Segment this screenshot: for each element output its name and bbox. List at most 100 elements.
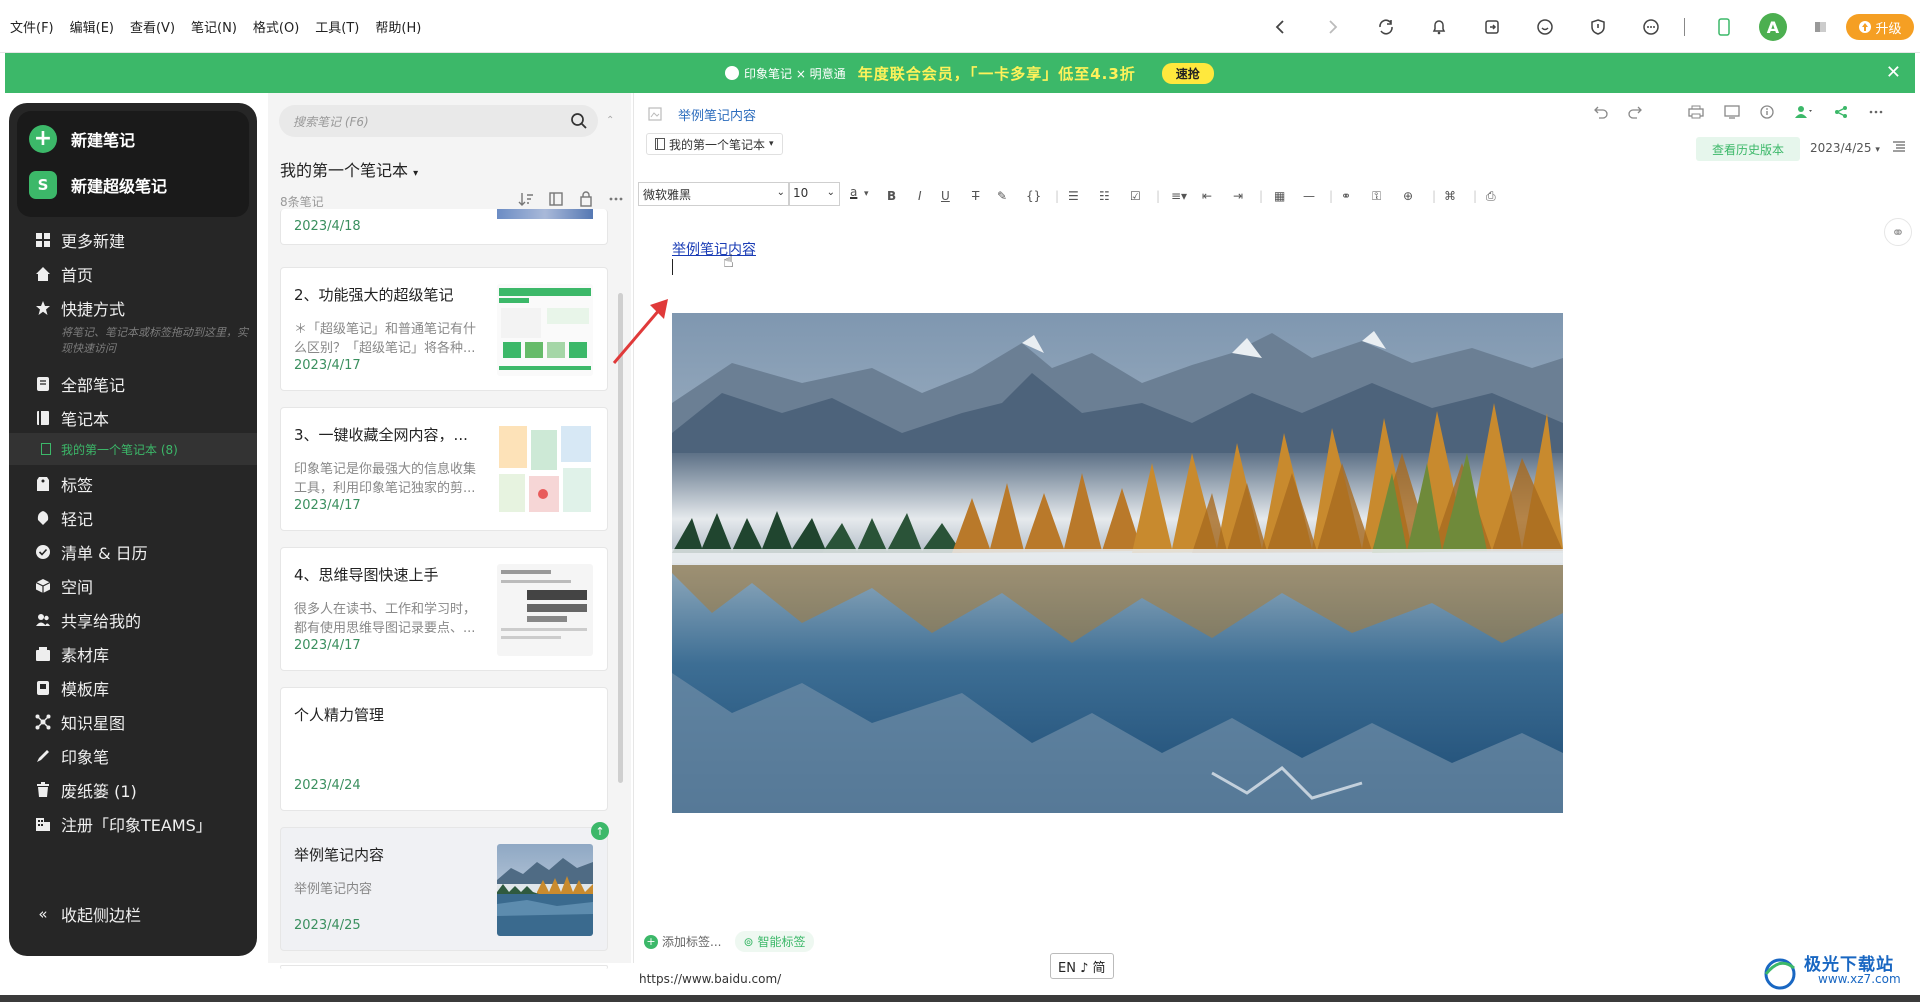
table-icon[interactable]: ▦ [1274, 189, 1285, 203]
sidebar-item-todo-calendar[interactable]: 清单 & 日历 [9, 537, 257, 567]
add-tag-button[interactable]: + 添加标签... [644, 931, 721, 952]
sidebar-item-pen[interactable]: 印象笔 [9, 741, 257, 771]
menu-tools[interactable]: 工具(T) [315, 17, 359, 36]
highlight-icon[interactable]: ✎ [997, 189, 1007, 203]
note-link[interactable]: 举例笔记内容 [672, 239, 756, 259]
banner-grab-button[interactable]: 速抢 [1161, 62, 1214, 84]
strikethrough-icon[interactable]: T [972, 189, 979, 203]
encrypt-icon[interactable]: ⚿ [1372, 189, 1381, 204]
sidebar-item-home[interactable]: 首页 [9, 259, 257, 289]
outdent-icon[interactable]: ⇤ [1202, 189, 1212, 203]
sync-icon[interactable] [1374, 15, 1398, 39]
bullet-list-icon[interactable]: ☰ [1068, 189, 1079, 203]
menu-edit[interactable]: 编辑(E) [70, 17, 114, 36]
back-icon[interactable] [1268, 15, 1292, 39]
sidebar-item-material[interactable]: 素材库 [9, 639, 257, 669]
pin-badge[interactable]: ↑ [591, 822, 609, 840]
note-date-selector[interactable]: 2023/4/25 ▾ [1810, 141, 1880, 155]
sort-icon[interactable] [518, 191, 534, 207]
sidebar-item-my-notebook[interactable]: 我的第一个笔记本 (8) [9, 433, 257, 465]
note-card[interactable]: 2、功能强大的超级笔记 ＊「超级笔记」和普通笔记有什么区别？「超级笔记」将各种.… [280, 267, 608, 391]
sidebar-item-shared[interactable]: 共享给我的 [9, 605, 257, 635]
caret-down-icon[interactable]: ▾ [864, 189, 869, 199]
horizontal-rule-icon[interactable]: — [1303, 189, 1315, 203]
more-icon[interactable] [1639, 15, 1663, 39]
upgrade-button[interactable]: 升级 [1846, 14, 1914, 40]
note-card[interactable]: 个人精力管理 2023/4/24 [280, 687, 608, 811]
mobile-icon[interactable] [1712, 15, 1736, 39]
menu-view[interactable]: 查看(V) [130, 17, 175, 36]
attachment-icon[interactable]: ⚭ [1341, 189, 1351, 203]
ime-indicator[interactable]: EN ♪ 简 [1050, 953, 1114, 979]
sidebar-item-shortcuts[interactable]: 快捷方式 [9, 293, 257, 323]
format-painter-icon[interactable]: ⎙ [1486, 189, 1496, 204]
menu-help[interactable]: 帮助(H) [375, 17, 421, 36]
emoji-icon[interactable] [1533, 15, 1557, 39]
font-size-select[interactable]: 10 ⌄ [788, 182, 840, 206]
sidebar-item-tags[interactable]: 标签 [9, 469, 257, 499]
font-color-icon[interactable]: a [850, 185, 857, 199]
indent-icon[interactable]: ⇥ [1233, 189, 1243, 203]
more-options-icon[interactable] [608, 191, 624, 207]
view-history-button[interactable]: 查看历史版本 [1696, 137, 1800, 161]
close-icon[interactable]: ✕ [1886, 63, 1901, 83]
outline-icon[interactable] [1892, 141, 1906, 153]
print-icon[interactable] [1688, 105, 1704, 119]
menu-note[interactable]: 笔记(N) [191, 17, 237, 36]
present-icon[interactable] [1724, 105, 1740, 119]
bold-icon[interactable]: B [887, 189, 896, 203]
italic-icon[interactable]: I [918, 189, 922, 203]
note-card-partial[interactable] [280, 965, 608, 969]
note-card-selected[interactable]: 举例笔记内容 举例笔记内容 2023/4/25 ↑ [280, 822, 609, 951]
view-icon[interactable] [548, 191, 564, 207]
forward-icon[interactable] [1321, 15, 1345, 39]
bell-icon[interactable] [1427, 15, 1451, 39]
note-card[interactable]: 3、一键收藏全网内容，... 印象笔记是你最强大的信息收集工具，利用印象笔记独家… [280, 407, 608, 531]
undo-icon[interactable] [1594, 105, 1608, 119]
share-notebook-icon[interactable] [578, 191, 594, 207]
share-out-icon[interactable] [1480, 15, 1504, 39]
sidebar-item-spaces[interactable]: 空间 [9, 571, 257, 601]
notebook-title[interactable]: 我的第一个笔记本 ▾ [280, 157, 418, 181]
checklist-icon[interactable]: ☑ [1130, 189, 1141, 203]
new-super-note-button[interactable]: S 新建超级笔记 [29, 171, 167, 199]
menu-file[interactable]: 文件(F) [10, 17, 54, 36]
link-icon[interactable]: ⚭ [1884, 218, 1912, 246]
new-note-button[interactable]: + 新建笔记 [29, 125, 135, 153]
collaborator-icon[interactable] [1794, 105, 1814, 119]
sidebar-item-trash[interactable]: 废纸篓 (1) [9, 775, 257, 805]
underline-icon[interactable]: U [941, 189, 950, 203]
smart-tag-button[interactable]: ⊚ 智能标签 [735, 931, 814, 952]
search-icon[interactable] [570, 112, 588, 130]
more-icon[interactable] [1868, 105, 1884, 119]
sidebar-item-notebooks[interactable]: 笔记本 [9, 403, 257, 433]
sidebar-item-knowledge-map[interactable]: 知识星图 [9, 707, 257, 737]
avatar[interactable]: A [1759, 13, 1787, 41]
redo-icon[interactable] [1628, 105, 1642, 119]
sidebar-item-quick-note[interactable]: 轻记 [9, 503, 257, 533]
font-family-select[interactable]: 微软雅黑 ⌄ [638, 182, 790, 206]
note-title[interactable]: 举例笔记内容 [678, 105, 756, 124]
info-icon[interactable] [1760, 105, 1774, 119]
collapse-sidebar-button[interactable]: « 收起侧边栏 [9, 899, 257, 929]
numbered-list-icon[interactable]: ☷ [1099, 189, 1110, 203]
sidebar-item-all-notes[interactable]: 全部笔记 [9, 369, 257, 399]
note-card[interactable]: 4、思维导图快速上手 很多人在读书、工作和学习时，都有使用思维导图记录要点、..… [280, 547, 608, 671]
note-card-partial[interactable]: 2023/4/18 [280, 209, 608, 245]
promo-banner[interactable]: 印象笔记 × 明意通 年度联合会员，「一卡多享」低至4.3折 速抢 ✕ [5, 53, 1915, 93]
sidebar-item-teams[interactable]: 注册「印象TEAMS」 [9, 809, 257, 839]
align-icon[interactable]: ≡▾ [1171, 189, 1187, 203]
sidebar-item-templates[interactable]: 模板库 [9, 673, 257, 703]
share-icon[interactable] [1834, 105, 1848, 119]
code-icon[interactable]: {} [1026, 189, 1041, 203]
search-input[interactable]: 搜索笔记 (F6) [279, 105, 598, 137]
menu-format[interactable]: 格式(O) [253, 17, 299, 36]
window-icon[interactable] [1808, 15, 1832, 39]
shield-icon[interactable] [1586, 15, 1610, 39]
insert-icon[interactable]: ⊕ [1403, 189, 1413, 203]
scroll-up-icon[interactable]: ⌃ [606, 115, 614, 126]
notebook-selector[interactable]: 我的第一个笔记本 ▾ [646, 133, 783, 155]
sidebar-item-more-new[interactable]: 更多新建 [9, 225, 257, 255]
format-clear-icon[interactable]: ⌘ [1444, 189, 1456, 203]
landscape-image[interactable] [672, 313, 1563, 813]
